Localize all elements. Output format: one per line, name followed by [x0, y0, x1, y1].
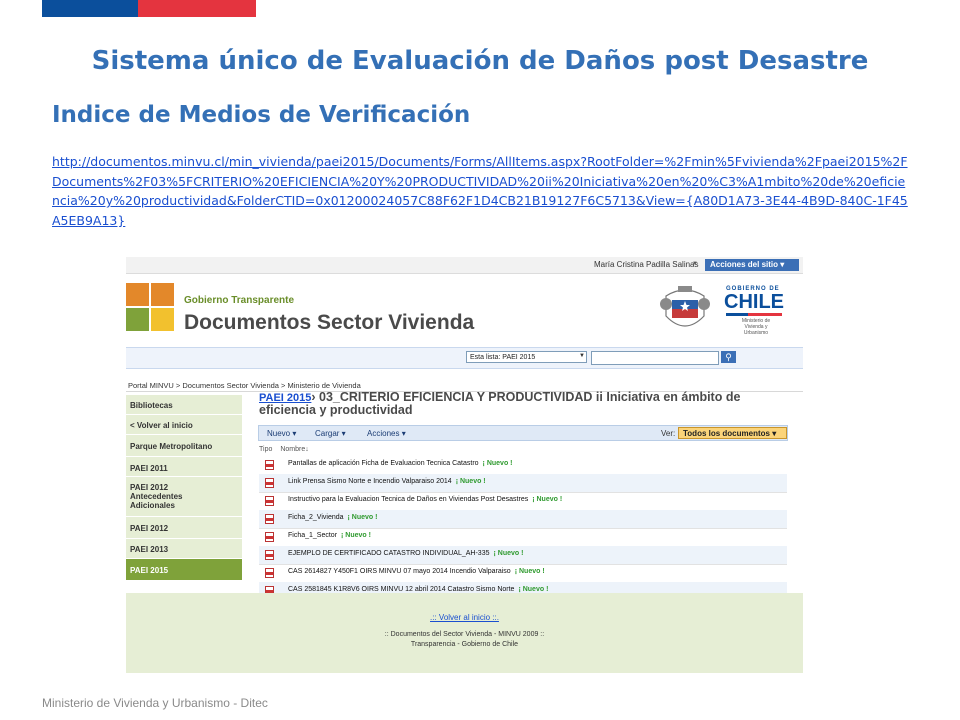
- list-toolbar: Nuevo ▾ Cargar ▾ Acciones ▾ Ver: Todos l…: [258, 425, 788, 441]
- new-badge: ¡ Nuevo !: [514, 568, 545, 575]
- chile-ministry-text: Ministerio de Vivienda y Urbanismo: [741, 318, 771, 336]
- document-name[interactable]: CAS 2614827 Y450F1 OIRS MINVU 07 mayo 20…: [288, 568, 545, 575]
- document-row[interactable]: Pantallas de aplicación Ficha de Evaluac…: [259, 456, 787, 475]
- document-name[interactable]: Ficha_1_Sector ¡ Nuevo !: [288, 532, 371, 539]
- sidebar-item-volver[interactable]: < Volver al inicio: [126, 415, 242, 435]
- document-name[interactable]: Instructivo para la Evaluacion Tecnica d…: [288, 496, 562, 503]
- sidebar-item-paei-2015[interactable]: PAEI 2015: [126, 559, 242, 581]
- brand-top-text: Gobierno Transparente: [184, 295, 295, 306]
- slide-title: Sistema único de Evaluación de Daños pos…: [91, 46, 869, 76]
- embedded-screenshot: María Cristina Padilla Salinas ▼ Accione…: [126, 257, 803, 673]
- sidebar-item-parque[interactable]: Parque Metropolitano: [126, 435, 242, 457]
- folder-title: PAEI 2015› 03_CRITERIO EFICIENCIA Y PROD…: [259, 390, 799, 417]
- chile-logo-text: CHILE: [724, 291, 784, 313]
- col-nombre[interactable]: Nombre↓: [280, 446, 308, 453]
- document-row[interactable]: CAS 2614827 Y450F1 OIRS MINVU 07 mayo 20…: [259, 564, 787, 583]
- chevron-down-icon[interactable]: ▼: [692, 261, 698, 267]
- search-scope-select[interactable]: Esta lista: PAEI 2015: [466, 351, 587, 363]
- flag-red-bar: [138, 0, 256, 17]
- sidebar: Bibliotecas < Volver al inicio Parque Me…: [126, 395, 242, 581]
- chile-crest-icon: [660, 286, 710, 327]
- user-name[interactable]: María Cristina Padilla Salinas: [594, 260, 699, 269]
- new-badge: ¡ Nuevo !: [341, 532, 371, 539]
- document-row[interactable]: Link Prensa Sismo Norte e Incendio Valpa…: [259, 474, 787, 493]
- view-label: Ver:: [661, 429, 676, 438]
- folder-name: › 03_CRITERIO EFICIENCIA Y PRODUCTIVIDAD…: [259, 390, 741, 417]
- col-tipo[interactable]: Tipo: [259, 446, 272, 453]
- breadcrumb[interactable]: Portal MINVU > Documentos Sector Viviend…: [128, 381, 361, 390]
- document-row[interactable]: Ficha_2_Vivienda ¡ Nuevo !: [259, 510, 787, 529]
- pdf-icon: [265, 532, 274, 542]
- pdf-icon: [265, 496, 274, 506]
- pdf-icon: [265, 514, 274, 524]
- document-name[interactable]: Ficha_2_Vivienda ¡ Nuevo !: [288, 514, 377, 521]
- sidebar-item-bibliotecas[interactable]: Bibliotecas: [126, 395, 242, 415]
- sidebar-item-paei-2012[interactable]: PAEI 2012: [126, 517, 242, 539]
- document-row[interactable]: Ficha_1_Sector ¡ Nuevo !: [259, 528, 787, 547]
- footer-line-2: Transparencia - Gobierno de Chile: [410, 641, 519, 648]
- pdf-icon: [265, 550, 274, 560]
- document-name[interactable]: Pantallas de aplicación Ficha de Evaluac…: [288, 460, 513, 467]
- document-row[interactable]: EJEMPLO DE CERTIFICADO CATASTRO INDIVIDU…: [259, 546, 787, 565]
- document-name[interactable]: EJEMPLO DE CERTIFICADO CATASTRO INDIVIDU…: [288, 550, 523, 557]
- slide-subtitle: Indice de Medios de Verificación: [52, 102, 471, 128]
- view-select[interactable]: Todos los documentos ▾: [678, 427, 787, 439]
- acciones-button[interactable]: Acciones ▾: [367, 429, 406, 438]
- sharepoint-topbar: María Cristina Padilla Salinas ▼ Accione…: [126, 257, 803, 274]
- search-input[interactable]: [591, 351, 719, 365]
- new-badge: ¡ Nuevo !: [493, 550, 524, 557]
- new-badge: ¡ Nuevo !: [347, 514, 378, 521]
- sidebar-item-paei-2012-antecedentes[interactable]: PAEI 2012 Antecedentes Adicionales: [126, 477, 242, 517]
- brand-title: Documentos Sector Vivienda: [184, 311, 475, 334]
- pdf-icon: [265, 478, 274, 488]
- flag-blue-bar: [42, 0, 138, 17]
- pdf-icon: [265, 460, 274, 470]
- document-name[interactable]: CAS 2581845 K1R8V6 OIRS MINVU 12 abril 2…: [288, 586, 548, 593]
- nuevo-button[interactable]: Nuevo ▾: [267, 429, 296, 438]
- new-badge: ¡ Nuevo !: [455, 478, 486, 485]
- chevron-down-icon[interactable]: ▼: [579, 353, 585, 359]
- cargar-button[interactable]: Cargar ▾: [315, 429, 346, 438]
- search-icon[interactable]: ⚲: [721, 351, 736, 363]
- slide-footer: Ministerio de Vivienda y Urbanismo - Dit…: [42, 696, 268, 710]
- document-row[interactable]: Instructivo para la Evaluacion Tecnica d…: [259, 492, 787, 511]
- chile-flag-bar: [726, 313, 782, 316]
- pdf-icon: [265, 568, 274, 578]
- volver-inicio-link[interactable]: .:: Volver al inicio ::.: [126, 613, 803, 622]
- new-badge: ¡ Nuevo !: [482, 460, 513, 467]
- verification-url-link[interactable]: http://documentos.minvu.cl/min_vivienda/…: [52, 152, 912, 230]
- new-badge: ¡ Nuevo !: [532, 496, 563, 503]
- new-badge: ¡ Nuevo !: [518, 586, 549, 593]
- column-headers: Tipo Nombre↓: [259, 446, 309, 453]
- search-bar: Esta lista: PAEI 2015 ▼ ⚲: [126, 347, 803, 369]
- site-actions-button[interactable]: Acciones del sitio ▾: [705, 259, 799, 271]
- sidebar-item-paei-2013[interactable]: PAEI 2013: [126, 539, 242, 559]
- document-name[interactable]: Link Prensa Sismo Norte e Incendio Valpa…: [288, 478, 486, 485]
- sidebar-item-paei-2011[interactable]: PAEI 2011: [126, 457, 242, 477]
- footer-line-1: :: Documentos del Sector Vivienda - MINV…: [384, 631, 545, 638]
